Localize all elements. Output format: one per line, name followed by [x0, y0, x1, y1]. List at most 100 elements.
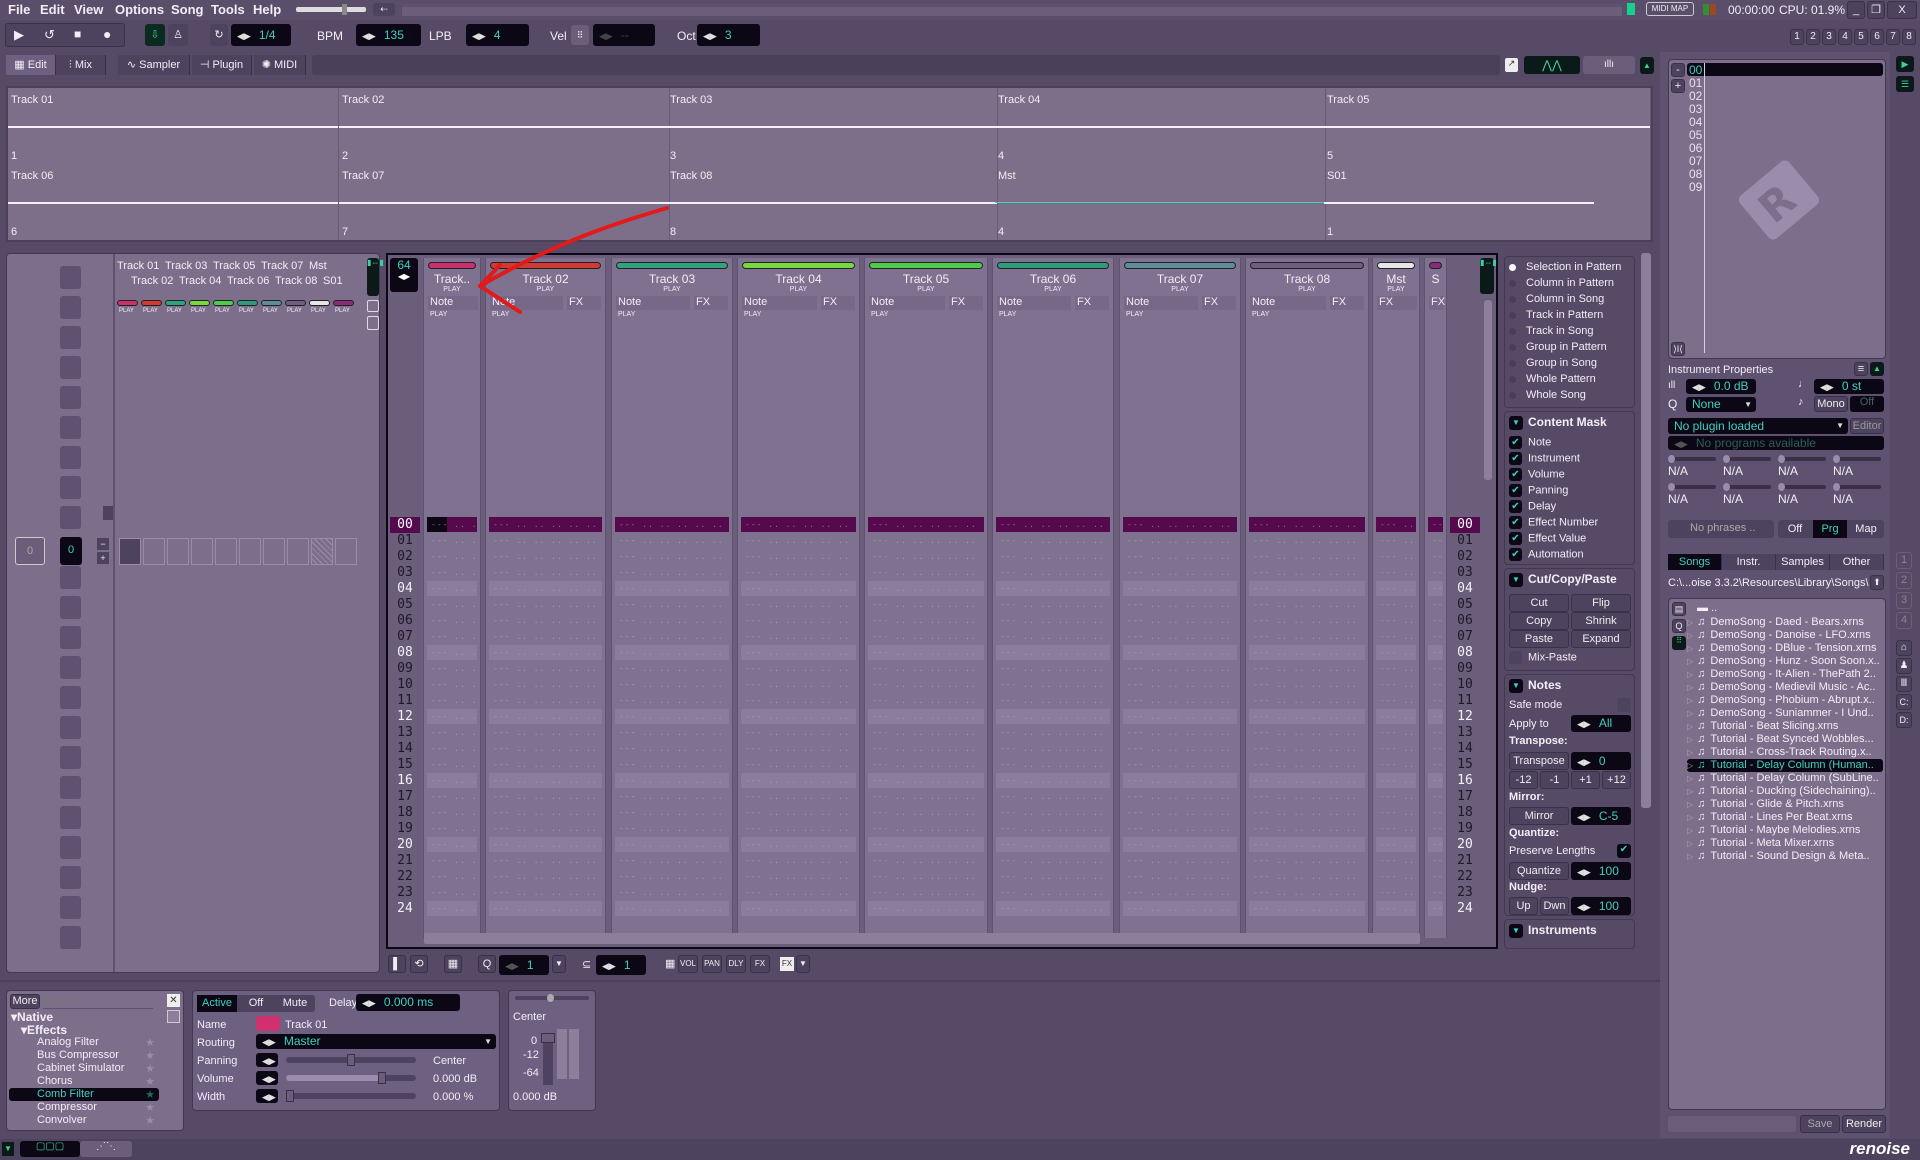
mirror-field[interactable]: ◀▶ C-5	[1571, 807, 1631, 825]
pattern-row[interactable]: --- .. .. .. .. ..	[615, 661, 729, 676]
pattern-row[interactable]: --- .. .. .. .. ..	[868, 693, 984, 708]
transpose-plus-1[interactable]: +1	[1571, 771, 1600, 789]
sequence-slot[interactable]	[60, 806, 81, 829]
pattern-row[interactable]: --- .. .. .. .. ..	[868, 885, 984, 900]
pattern-track[interactable]: Track 04 PLAY Note FX PLAY --- .. .. .. .. ..…	[737, 258, 860, 938]
track-name[interactable]: Track..	[424, 272, 480, 286]
browser-file[interactable]: ▷ ♫ Tutorial - Cross-Track Routing.x..	[1687, 746, 1883, 759]
pattern-row[interactable]: --- .. .. .. .. ..	[1428, 789, 1443, 804]
sequence-entry[interactable]: 06	[1689, 141, 1702, 155]
mute-slot-icon[interactable]	[103, 506, 113, 520]
pattern-row[interactable]: --- .. .. .. .. ..	[427, 709, 477, 724]
scope-radio[interactable]	[1509, 375, 1516, 383]
pattern-row[interactable]: --- .. .. .. .. ..	[1123, 597, 1237, 612]
pattern-row[interactable]: --- .. .. .. .. ..	[868, 549, 984, 564]
active-button[interactable]: Active	[197, 995, 237, 1012]
pattern-row[interactable]: --- .. .. .. .. ..	[1376, 517, 1416, 532]
sequence-entry[interactable]: 00	[1689, 63, 1702, 77]
pattern-row[interactable]: --- .. .. .. .. ..	[489, 741, 602, 756]
metronome-icon[interactable]: ♙	[168, 24, 188, 46]
macro-knob[interactable]	[1778, 483, 1785, 491]
matrix-slot[interactable]	[239, 538, 261, 565]
sequence-slot[interactable]	[60, 296, 81, 319]
pattern-row[interactable]: --- .. .. .. .. ..	[1249, 517, 1365, 532]
parent-folder-item[interactable]: ▬ ..	[1697, 602, 1717, 614]
toggle-vol-column[interactable]: VOL	[678, 955, 698, 973]
pattern-row[interactable]: --- .. .. .. .. ..	[489, 837, 602, 852]
content-mask-checkbox[interactable]: ✔	[1509, 548, 1522, 561]
pattern-row[interactable]: --- .. .. .. .. ..	[1123, 741, 1237, 756]
pattern-row[interactable]: --- .. .. .. .. ..	[1376, 773, 1416, 788]
sidebar-play-icon[interactable]: ▶	[1896, 56, 1914, 72]
expand-arrow-icon[interactable]: ▷	[1687, 709, 1693, 718]
expand-arrow-icon[interactable]: ▷	[1687, 761, 1693, 770]
sidebar-list-icon[interactable]: ☰	[1896, 76, 1914, 92]
expand-arrow-icon[interactable]: ▷	[1687, 683, 1693, 692]
scope-radio[interactable]	[1509, 327, 1516, 335]
remove-slot-icon[interactable]: −	[97, 538, 109, 550]
effect-item[interactable]: Compressor ★	[9, 1101, 159, 1114]
pattern-row[interactable]: --- .. .. .. .. ..	[1428, 725, 1443, 740]
content-mask-checkbox[interactable]: ✔	[1509, 516, 1522, 529]
pattern-row[interactable]: --- .. .. .. .. ..	[615, 549, 729, 564]
pattern-row[interactable]: --- .. .. .. .. ..	[427, 645, 477, 660]
nudge-field[interactable]: ◀▶ 100	[1571, 897, 1631, 915]
favorite-star-icon[interactable]: ★	[145, 1049, 155, 1062]
width-slider[interactable]	[286, 1090, 416, 1102]
pattern-row[interactable]: --- .. .. .. .. ..	[615, 565, 729, 580]
pattern-row[interactable]: --- .. .. .. .. ..	[1428, 677, 1443, 692]
pattern-row[interactable]: --- .. .. .. .. ..	[1428, 709, 1443, 724]
pattern-row[interactable]: --- .. .. .. .. ..	[996, 565, 1110, 580]
pattern-row[interactable]: --- .. .. .. .. ..	[1428, 549, 1443, 564]
effect-item[interactable]: Convolver ★	[9, 1114, 159, 1127]
copy-button[interactable]: Copy	[1509, 612, 1569, 630]
step-field[interactable]: ◀▶ 1	[596, 955, 646, 975]
browser-tab-instr[interactable]: Instr.	[1722, 554, 1776, 570]
pattern-row[interactable]: --- .. .. .. .. ..	[741, 613, 856, 628]
timeline-block[interactable]: Track 04 4	[995, 88, 1326, 164]
content-mask-checkbox[interactable]: ✔	[1509, 532, 1522, 545]
matrix-slot[interactable]	[335, 538, 357, 565]
automation-tab[interactable]: ⋰⋱	[80, 1141, 132, 1157]
pattern-row[interactable]: --- .. .. .. .. ..	[1428, 869, 1443, 884]
browser-file[interactable]: ▷ ♫ Tutorial - Meta Mixer.xrns	[1687, 837, 1883, 850]
layout-preset-button[interactable]: 8	[1902, 29, 1916, 45]
pattern-row[interactable]: --- .. .. .. .. ..	[1376, 533, 1416, 548]
pattern-row[interactable]: --- .. .. .. .. ..	[615, 517, 729, 532]
pattern-row[interactable]: --- .. .. .. .. ..	[427, 773, 477, 788]
edit-step-field[interactable]: ◀▶ 1/4	[231, 24, 291, 46]
pattern-row[interactable]: --- .. .. .. .. ..	[1376, 661, 1416, 676]
pattern-row[interactable]: --- .. .. .. .. ..	[615, 821, 729, 836]
sequence-entry[interactable]: 04	[1689, 115, 1702, 129]
content-mask-item[interactable]: ✔ Panning	[1509, 484, 1568, 497]
sequence-slot[interactable]	[60, 746, 81, 769]
timeline-block[interactable]: Track 08 8	[667, 164, 998, 240]
layout-preset-button[interactable]: 6	[1870, 29, 1884, 45]
matrix-slot[interactable]	[287, 538, 309, 565]
layout-preset-button[interactable]: 5	[1854, 29, 1868, 45]
pattern-row[interactable]: --- .. .. .. .. ..	[996, 853, 1110, 868]
timeline-block[interactable]: Track 03 3	[667, 88, 998, 164]
scope-radio[interactable]	[1509, 279, 1516, 287]
matrix-slot[interactable]	[311, 538, 333, 565]
note-column-header[interactable]: Note	[490, 296, 563, 310]
fx-column-header[interactable]: FX	[1075, 296, 1109, 310]
sequence-remove-button[interactable]: -	[1671, 63, 1685, 77]
delay-field[interactable]: ◀▶ 0.000 ms	[356, 994, 460, 1011]
pattern-sequencer[interactable]: - + 00 01 02 03 04 05 06 07 08 09 R ⟩I⟨	[1668, 59, 1886, 359]
quantize-dropdown[interactable]: ▼	[552, 955, 566, 973]
scope-option[interactable]: Selection in Pattern	[1509, 261, 1621, 273]
pattern-row[interactable]: --- .. .. .. .. ..	[1123, 853, 1237, 868]
pattern-row[interactable]: --- .. .. .. .. ..	[996, 549, 1110, 564]
browser-file[interactable]: ▷ ♫ DemoSong - Phobium - Abrupt.x..	[1687, 694, 1883, 707]
pattern-row[interactable]: --- .. .. .. .. ..	[741, 725, 856, 740]
expand-arrow-icon[interactable]: ▷	[1687, 657, 1693, 666]
pattern-row[interactable]: --- .. .. .. .. ..	[489, 885, 602, 900]
timeline-block[interactable]: S01 1	[1324, 164, 1651, 240]
pattern-row[interactable]: --- .. .. .. .. ..	[1376, 789, 1416, 804]
pattern-row[interactable]: --- .. .. .. .. ..	[1428, 645, 1443, 660]
pattern-row[interactable]: --- .. .. .. .. ..	[427, 581, 477, 596]
favorite-star-icon[interactable]: ★	[145, 1075, 155, 1088]
pattern-row[interactable]: --- .. .. .. .. ..	[427, 725, 477, 740]
fx-column-header[interactable]: FX	[1330, 296, 1364, 310]
